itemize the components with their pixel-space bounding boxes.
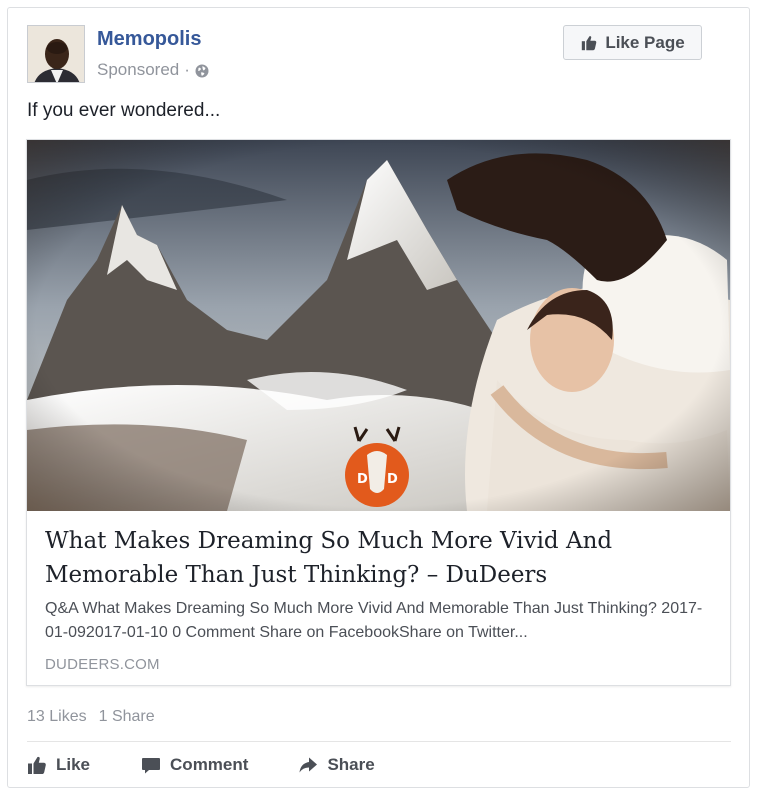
likes-count[interactable]: 13 Likes (27, 708, 87, 726)
engagement-stats: 13 Likes 1 Share (27, 708, 155, 726)
like-label: Like (56, 755, 91, 774)
link-domain: DUDEERS.COM (45, 656, 160, 673)
separator-dot: · (184, 60, 190, 79)
actions-divider (27, 741, 731, 742)
share-label: Share (327, 755, 375, 774)
sponsored-label[interactable]: Sponsored (97, 60, 179, 80)
share-arrow-icon (299, 757, 318, 773)
link-title[interactable]: What Makes Dreaming So Much More Vivid A… (45, 524, 715, 592)
share-button[interactable]: Share (298, 755, 375, 775)
like-page-label: Like Page (605, 32, 685, 52)
comment-button[interactable]: Comment (141, 755, 248, 775)
sponsored-row: Sponsored · (97, 60, 209, 80)
thumbs-up-icon (582, 35, 597, 50)
like-page-button[interactable]: Like Page (563, 25, 702, 60)
post-message: If you ever wondered... (27, 100, 221, 121)
shares-count[interactable]: 1 Share (99, 708, 155, 726)
link-description: Q&A What Makes Dreaming So Much More Viv… (45, 600, 703, 641)
like-button[interactable]: Like (27, 755, 90, 775)
sponsored-post-card: Memopolis Sponsored · Like Page If you e… (7, 7, 750, 788)
thumbs-up-icon (28, 756, 46, 774)
post-actions-bar: Like Comment Share (27, 752, 375, 778)
page-avatar[interactable] (27, 25, 85, 83)
comment-label: Comment (170, 755, 249, 774)
link-preview-image[interactable]: D D (27, 140, 730, 511)
globe-icon (195, 63, 209, 78)
link-preview-card[interactable]: D D What Makes Dreaming So Much More Viv… (26, 139, 731, 686)
page-name-link[interactable]: Memopolis (97, 28, 201, 51)
comment-icon (142, 758, 161, 774)
